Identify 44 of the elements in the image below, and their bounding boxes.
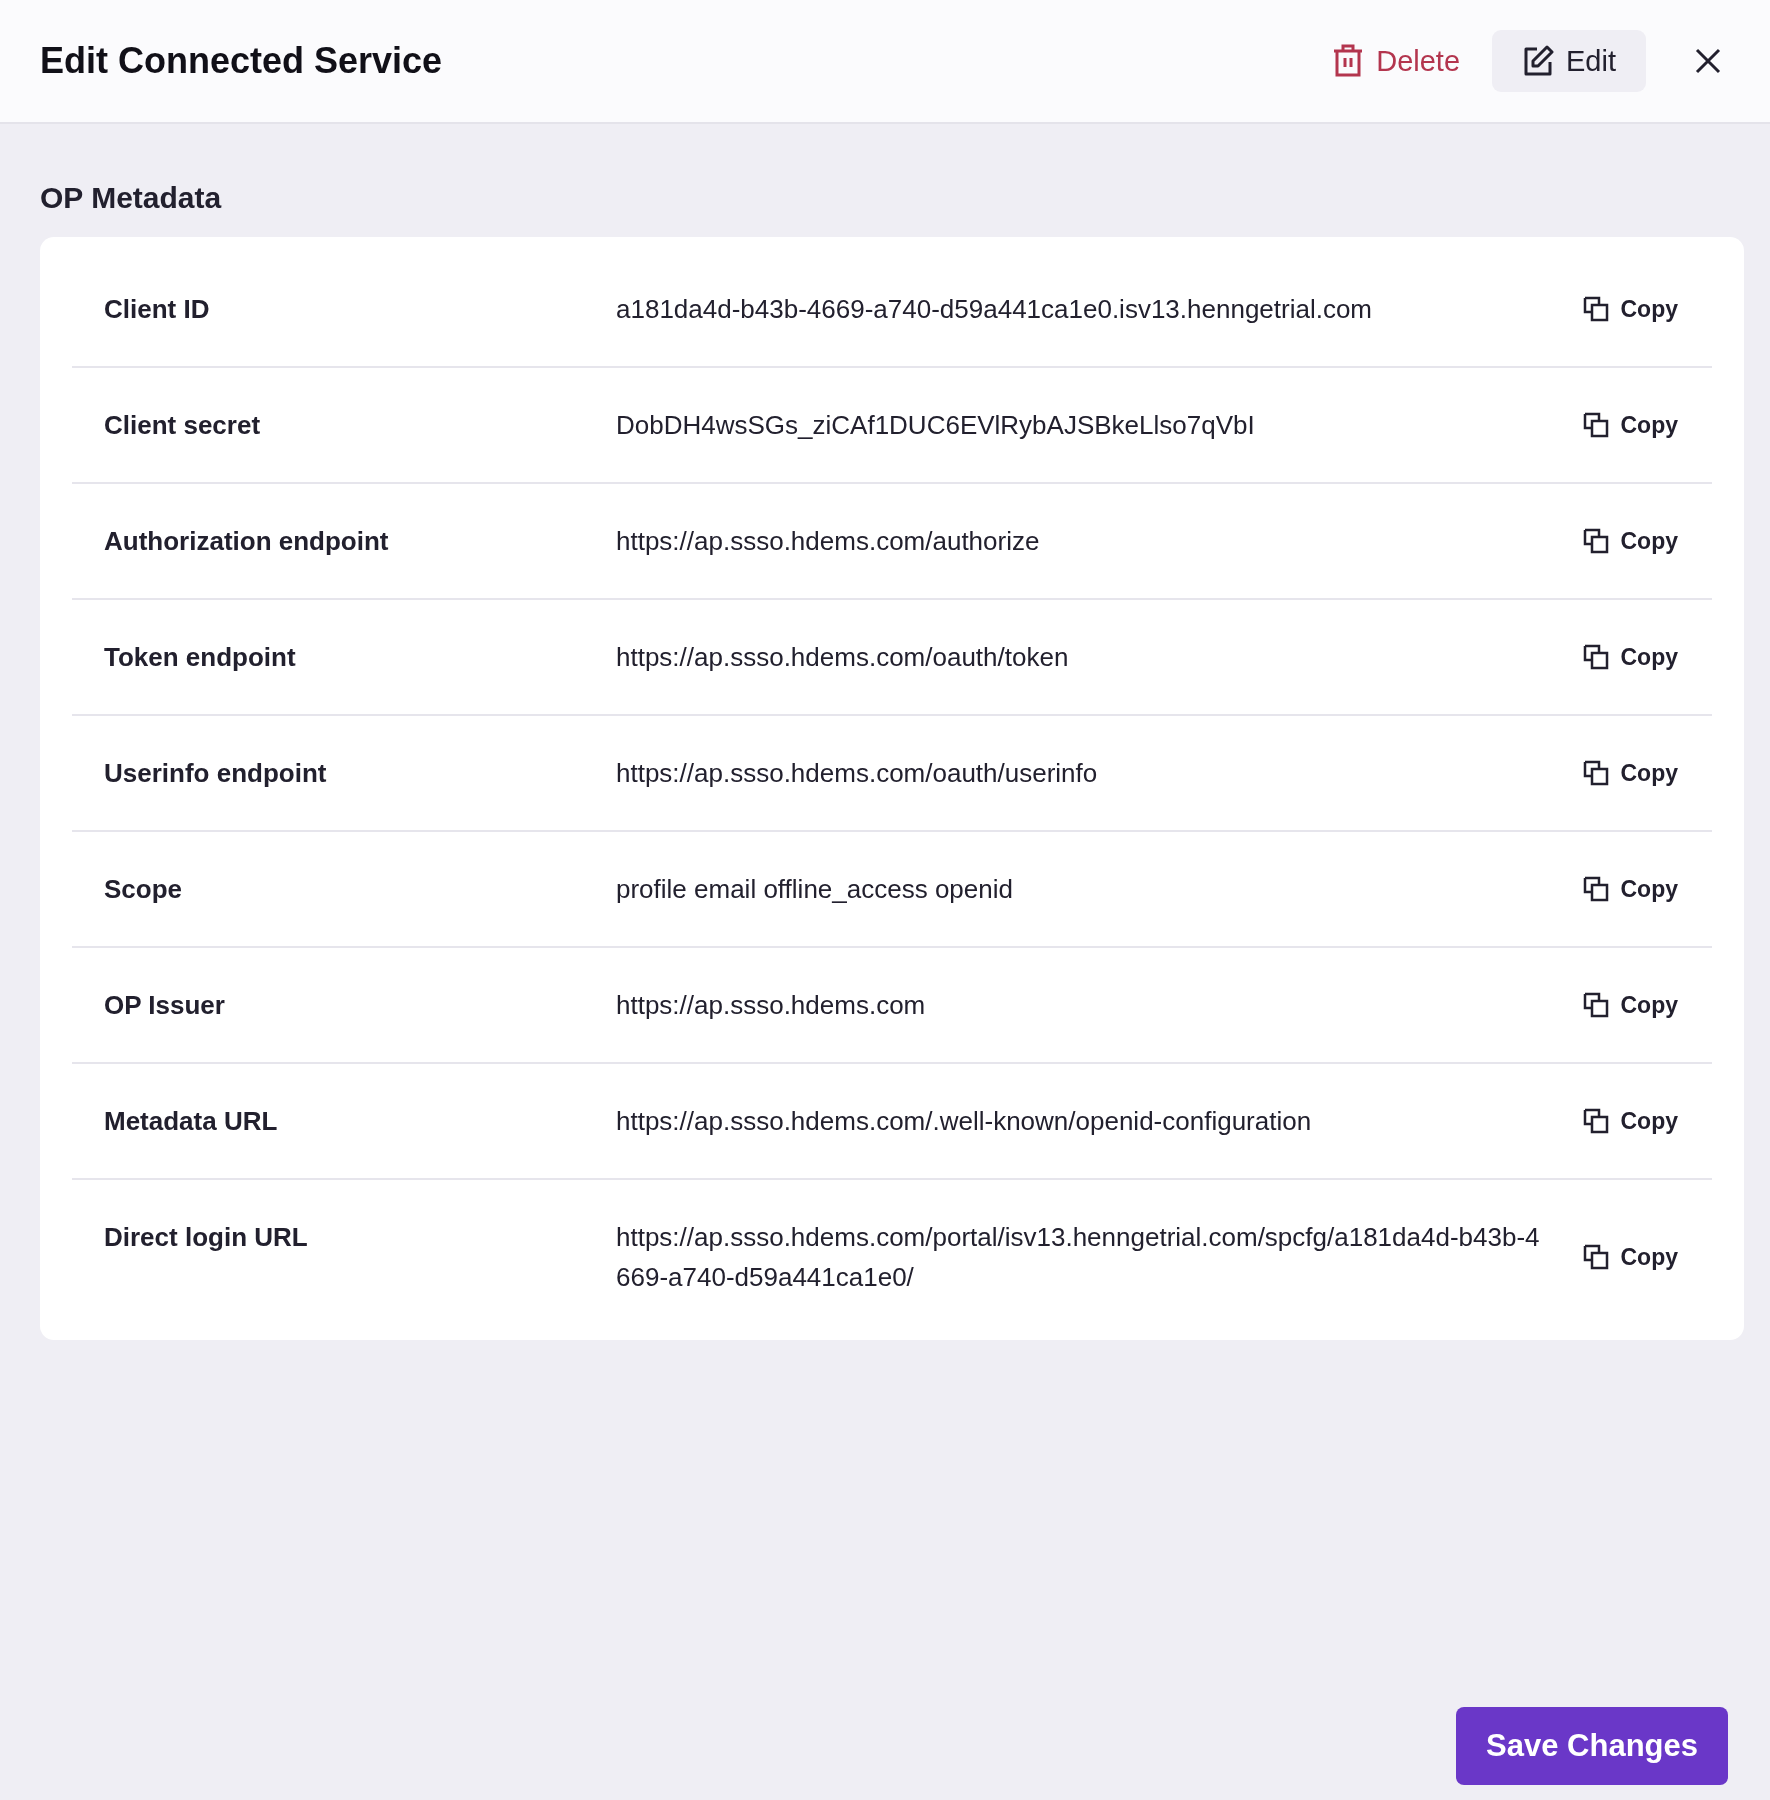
field-label: Metadata URL (104, 1105, 279, 1138)
copy-button[interactable]: Copy (1582, 643, 1678, 671)
field-label: Client secret (104, 409, 262, 442)
field-value: DobDH4wsSGs_ziCAf1DUC6EVlRybAJSBkeLlso7qVbI (616, 409, 1256, 442)
field-label: Direct login URL (104, 1221, 309, 1254)
copy-icon (1582, 296, 1609, 322)
field-value: a181da4d-b43b-4669-a740-d59a441ca1e0.isv13.henngetrial.com (616, 293, 1374, 326)
pencil-square-icon (1522, 45, 1554, 77)
copy-button[interactable]: Copy (1582, 1107, 1678, 1135)
field-label: Userinfo endpoint (104, 757, 328, 790)
field-value: https://ap.ssso.hdems.com/oauth/userinfo (616, 757, 1099, 790)
copy-button[interactable]: Copy (1582, 1243, 1678, 1271)
field-label: Scope (104, 873, 184, 906)
copy-icon (1582, 760, 1609, 786)
copy-button[interactable]: Copy (1582, 991, 1678, 1019)
copy-icon (1582, 992, 1609, 1018)
field-value: https://ap.ssso.hdems.com/portal/isv13.henngetrial.com/spcfg/a181da4d-b43b-4669-a740-d59a441ca1e0/ (616, 1221, 1541, 1294)
field-value: https://ap.ssso.hdems.com (616, 989, 927, 1022)
copy-icon (1582, 1244, 1609, 1270)
field-label: Client ID (104, 293, 211, 326)
edit-button[interactable]: Edit (1492, 30, 1646, 92)
field-label: Token endpoint (104, 641, 297, 674)
delete-button[interactable]: Delete (1322, 30, 1470, 92)
copy-button[interactable]: Copy (1582, 527, 1678, 555)
copy-icon (1582, 412, 1609, 438)
copy-button[interactable]: Copy (1582, 875, 1678, 903)
field-label: Authorization endpoint (104, 525, 390, 558)
copy-button[interactable]: Copy (1582, 411, 1678, 439)
copy-icon (1582, 876, 1609, 902)
field-value: https://ap.ssso.hdems.com/oauth/token (616, 641, 1070, 674)
trash-icon (1332, 44, 1365, 78)
field-value: https://ap.ssso.hdems.com/.well-known/openid-configuration (616, 1105, 1313, 1138)
field-value: profile email offline_access openid (616, 873, 1014, 906)
close-icon (1695, 48, 1721, 74)
copy-icon (1582, 1108, 1609, 1134)
copy-icon (1582, 644, 1609, 670)
dialog-title: Edit Connected Service (40, 40, 444, 82)
save-button[interactable]: Save Changes (1456, 1707, 1728, 1785)
field-label: OP Issuer (104, 989, 226, 1022)
copy-icon (1582, 528, 1609, 554)
section-title: OP Metadata (40, 180, 223, 216)
field-value: https://ap.ssso.hdems.com/authorize (616, 525, 1041, 558)
copy-button[interactable]: Copy (1582, 295, 1678, 323)
copy-button[interactable]: Copy (1582, 759, 1678, 787)
